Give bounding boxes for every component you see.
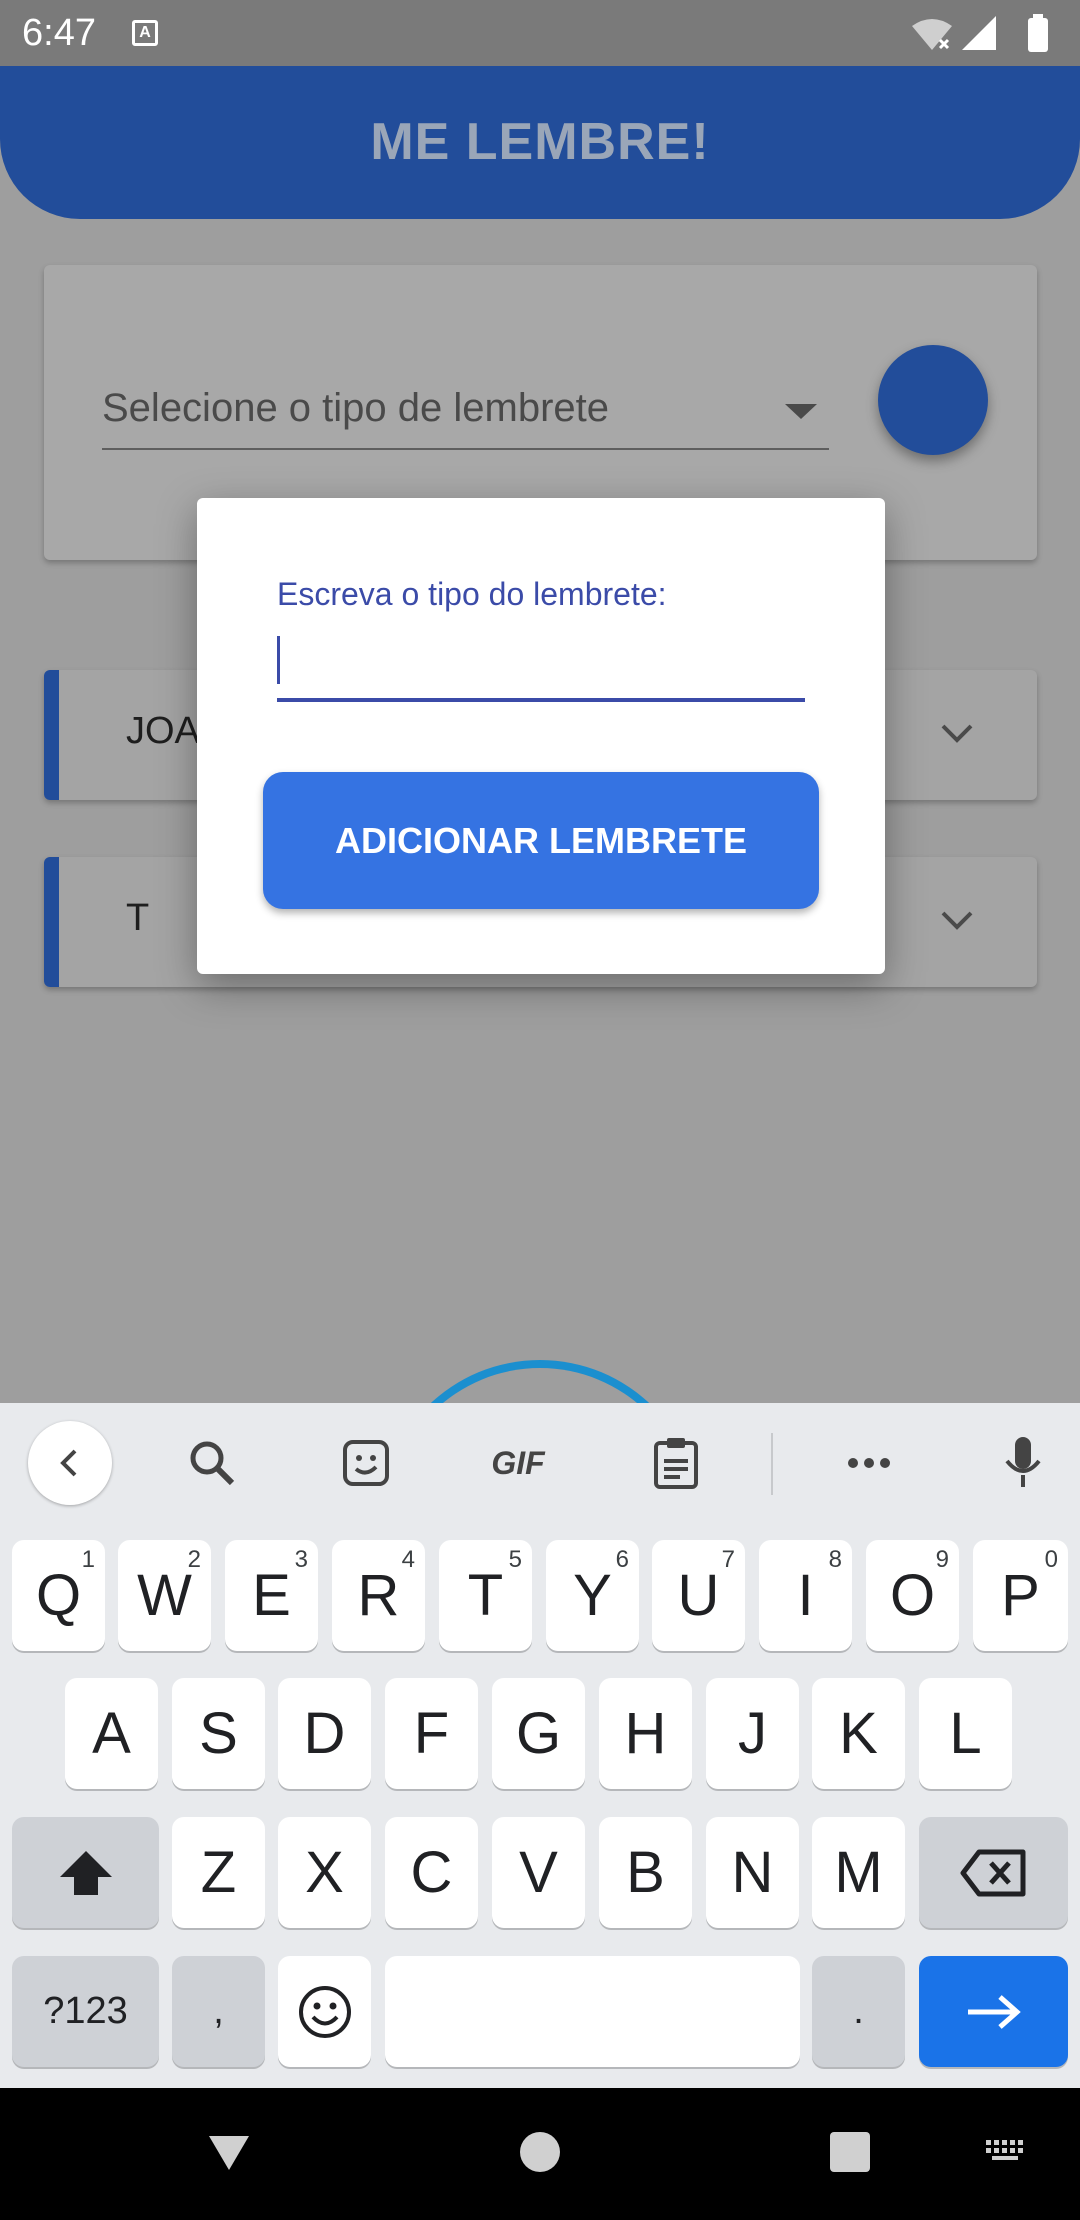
reminder-item-label: JOA [126,710,200,752]
enter-key[interactable] [919,1956,1068,2067]
key-label: E [252,1563,291,1628]
key-hint: 5 [508,1546,522,1573]
key-s[interactable]: S [172,1678,265,1789]
key-r[interactable]: R4 [332,1540,425,1651]
chevron-down-icon[interactable] [937,901,977,941]
reminder-type-input[interactable] [277,628,805,702]
key-label: Q [35,1563,82,1628]
clipboard-icon[interactable] [636,1423,716,1503]
key-q[interactable]: Q1 [12,1540,105,1651]
key-label: O [889,1563,936,1628]
key-hint: 8 [828,1546,842,1573]
emoji-key[interactable] [278,1956,371,2067]
key-hint: 7 [721,1546,735,1573]
key-hint: 1 [81,1546,95,1573]
app-bar: ME LEMBRE! [0,66,1080,219]
arrow-right-icon [967,1994,1021,2029]
backspace-key[interactable] [919,1817,1068,1928]
soft-keyboard: GIF Q1 W2 E3 R4 T5 Y6 U7 I8 O9 P0 A S D … [0,1403,1080,2088]
key-c[interactable]: C [385,1817,478,1928]
space-key[interactable] [385,1956,800,2067]
keyboard-switch-icon[interactable] [984,2128,1030,2176]
key-d[interactable]: D [278,1678,371,1789]
dialog-input-label: Escreva o tipo do lembrete: [277,576,667,612]
sticker-icon[interactable] [326,1423,406,1503]
back-icon[interactable] [28,1421,112,1505]
item-accent-bar [44,670,59,800]
key-hint: 3 [294,1546,308,1573]
key-x[interactable]: X [278,1817,371,1928]
key-label: T [467,1563,504,1628]
key-m[interactable]: M [812,1817,905,1928]
signal-icon [962,16,996,50]
wifi-icon [912,19,952,50]
back-nav-icon[interactable] [205,2128,253,2176]
key-label: Y [573,1563,612,1628]
key-k[interactable]: K [812,1678,905,1789]
key-t[interactable]: T5 [439,1540,532,1651]
backspace-icon [960,1849,1025,1896]
key-b[interactable]: B [599,1817,692,1928]
key-z[interactable]: Z [172,1817,265,1928]
shift-key[interactable] [12,1817,159,1928]
comma-key[interactable]: , [172,1956,265,2067]
key-a[interactable]: A [65,1678,158,1789]
toolbar-divider [771,1433,773,1495]
key-u[interactable]: U7 [652,1540,745,1651]
key-hint: 0 [1044,1546,1058,1573]
shift-icon [59,1850,112,1895]
gif-icon[interactable]: GIF [478,1423,558,1503]
battery-icon [1028,14,1048,52]
chevron-down-icon[interactable] [937,714,977,754]
item-accent-bar [44,857,59,987]
key-e[interactable]: E3 [225,1540,318,1651]
key-label: U [677,1563,720,1628]
symbols-key[interactable]: ?123 [12,1956,159,2067]
period-key[interactable]: . [812,1956,905,2067]
text-cursor [277,636,280,684]
key-f[interactable]: F [385,1678,478,1789]
key-g[interactable]: G [492,1678,585,1789]
reminder-type-dropdown[interactable]: Selecione o tipo de lembrete [102,370,829,450]
key-label: W [137,1563,192,1628]
key-w[interactable]: W2 [118,1540,211,1651]
key-hint: 4 [401,1546,415,1573]
mic-icon[interactable] [983,1423,1063,1503]
app-title: ME LEMBRE! [370,113,710,171]
navigation-bar [0,2088,1080,2220]
notification-icon: A [132,20,158,46]
key-l[interactable]: L [919,1678,1012,1789]
status-time: 6:47 [22,12,96,54]
key-i[interactable]: I8 [759,1540,852,1651]
add-reminder-button[interactable]: ADICIONAR LEMBRETE [263,772,819,909]
status-bar: 6:47 A [0,0,1080,66]
key-j[interactable]: J [706,1678,799,1789]
key-o[interactable]: O9 [866,1540,959,1651]
key-h[interactable]: H [599,1678,692,1789]
key-label: R [357,1563,400,1628]
key-v[interactable]: V [492,1817,585,1928]
key-p[interactable]: P0 [973,1540,1068,1651]
key-hint: 6 [615,1546,629,1573]
emoji-icon [298,1985,351,2038]
key-hint: 9 [935,1546,949,1573]
key-hint: 2 [187,1546,201,1573]
add-fab-button[interactable] [878,345,988,455]
recents-nav-icon[interactable] [828,2128,872,2176]
key-y[interactable]: Y6 [546,1540,639,1651]
keyboard-toolbar: GIF [0,1403,1080,1523]
key-label: P [1001,1563,1040,1628]
dropdown-arrow-icon [785,404,817,419]
reminder-item-label: T [126,897,150,939]
add-reminder-dialog: Escreva o tipo do lembrete: ADICIONAR LE… [197,498,885,974]
search-icon[interactable] [172,1423,252,1503]
key-label: I [797,1563,814,1628]
more-icon[interactable] [829,1423,909,1503]
dropdown-placeholder: Selecione o tipo de lembrete [102,386,609,430]
key-n[interactable]: N [706,1817,799,1928]
status-icons [910,14,1060,54]
home-nav-icon[interactable] [518,2128,562,2176]
